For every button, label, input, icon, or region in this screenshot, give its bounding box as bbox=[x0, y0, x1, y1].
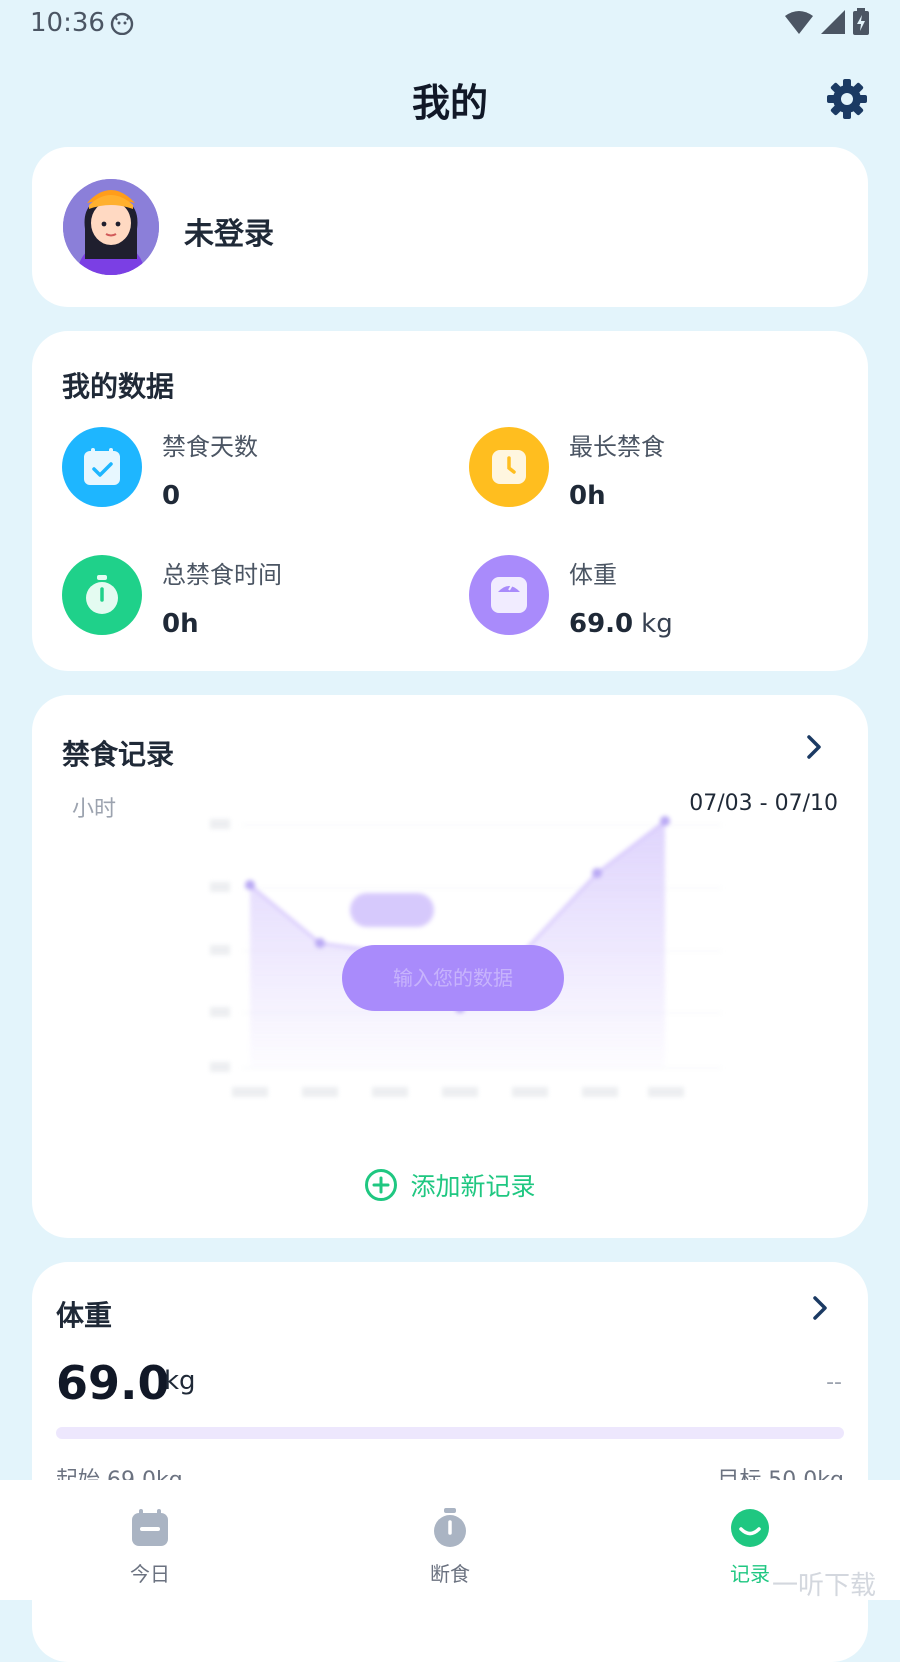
notification-cat-icon bbox=[110, 12, 134, 35]
stat-label: 最长禁食 bbox=[569, 433, 665, 461]
my-data-title: 我的数据 bbox=[62, 370, 175, 403]
calendar-icon bbox=[132, 1509, 168, 1546]
plus-circle-icon bbox=[365, 1169, 398, 1201]
stat-unit: kg bbox=[641, 609, 673, 639]
tab-fasting[interactable]: 断食 bbox=[350, 1480, 550, 1600]
stat-weight: 体重 69.0 kg bbox=[469, 555, 829, 645]
stat-value: 0h bbox=[162, 609, 199, 639]
stat-fasting-days: 禁食天数 0 bbox=[62, 427, 422, 517]
stat-label: 总禁食时间 bbox=[162, 561, 282, 589]
my-data-card: 我的数据 禁食天数 0 最长禁食 0h 总禁食时间 0h 体重 69.0 kg bbox=[32, 331, 868, 671]
weight-unit: kg bbox=[164, 1366, 196, 1396]
status-bar: 10:36 bbox=[0, 0, 900, 48]
stat-label: 体重 bbox=[569, 561, 617, 589]
avatar-illustration bbox=[63, 179, 159, 275]
watermark: 一听下载 bbox=[772, 1571, 877, 1601]
tab-today[interactable]: 今日 bbox=[50, 1480, 250, 1600]
chevron-right-icon[interactable] bbox=[808, 1294, 832, 1322]
stat-value: 0 bbox=[162, 481, 181, 511]
page-title: 我的 bbox=[411, 81, 488, 125]
gear-icon[interactable] bbox=[826, 78, 868, 120]
weight-change: -- bbox=[826, 1370, 842, 1395]
status-time: 10:36 bbox=[30, 8, 105, 38]
stat-value: 0h bbox=[569, 481, 606, 511]
chart-unit-label: 小时 bbox=[72, 797, 117, 822]
stopwatch-icon bbox=[62, 555, 142, 635]
weight-title: 体重 bbox=[56, 1299, 113, 1332]
stat-total-fasting-time: 总禁食时间 0h bbox=[62, 555, 422, 645]
battery-icon bbox=[853, 8, 869, 35]
weight-card: 体重 69.0 kg -- 起始 69.0kg 目标 50.0kg bbox=[32, 1262, 868, 1662]
weight-value: 69.0 bbox=[56, 1356, 170, 1410]
stat-value: 69.0 kg bbox=[569, 609, 673, 639]
signal-icon bbox=[821, 10, 845, 34]
add-record-button[interactable]: 添加新记录 bbox=[32, 1167, 868, 1203]
smile-face-icon bbox=[731, 1509, 769, 1547]
stat-longest-fast: 最长禁食 0h bbox=[469, 427, 829, 517]
stopwatch-icon bbox=[434, 1508, 466, 1547]
profile-card[interactable]: 未登录 bbox=[32, 147, 868, 307]
weight-progress-bar bbox=[56, 1427, 844, 1439]
clock-icon bbox=[469, 427, 549, 507]
enter-data-button[interactable]: 输入您的数据 bbox=[342, 945, 564, 1011]
tab-label: 断食 bbox=[430, 1562, 470, 1586]
stat-label: 禁食天数 bbox=[162, 433, 258, 461]
fasting-record-card: 禁食记录 小时 07/03 - 07/10 输入您的数据 添加新记录 bbox=[32, 695, 868, 1238]
add-record-label: 添加新记录 bbox=[410, 1172, 536, 1201]
avatar[interactable] bbox=[63, 179, 159, 275]
scale-icon bbox=[469, 555, 549, 635]
bottom-tab-bar: 今日 断食 记录 bbox=[0, 1480, 900, 1600]
wifi-icon bbox=[785, 11, 813, 34]
tab-label: 今日 bbox=[130, 1562, 170, 1586]
fasting-record-title: 禁食记录 bbox=[62, 738, 175, 771]
calendar-check-icon bbox=[62, 427, 142, 507]
profile-name[interactable]: 未登录 bbox=[184, 209, 274, 253]
chevron-right-icon[interactable] bbox=[802, 733, 826, 761]
